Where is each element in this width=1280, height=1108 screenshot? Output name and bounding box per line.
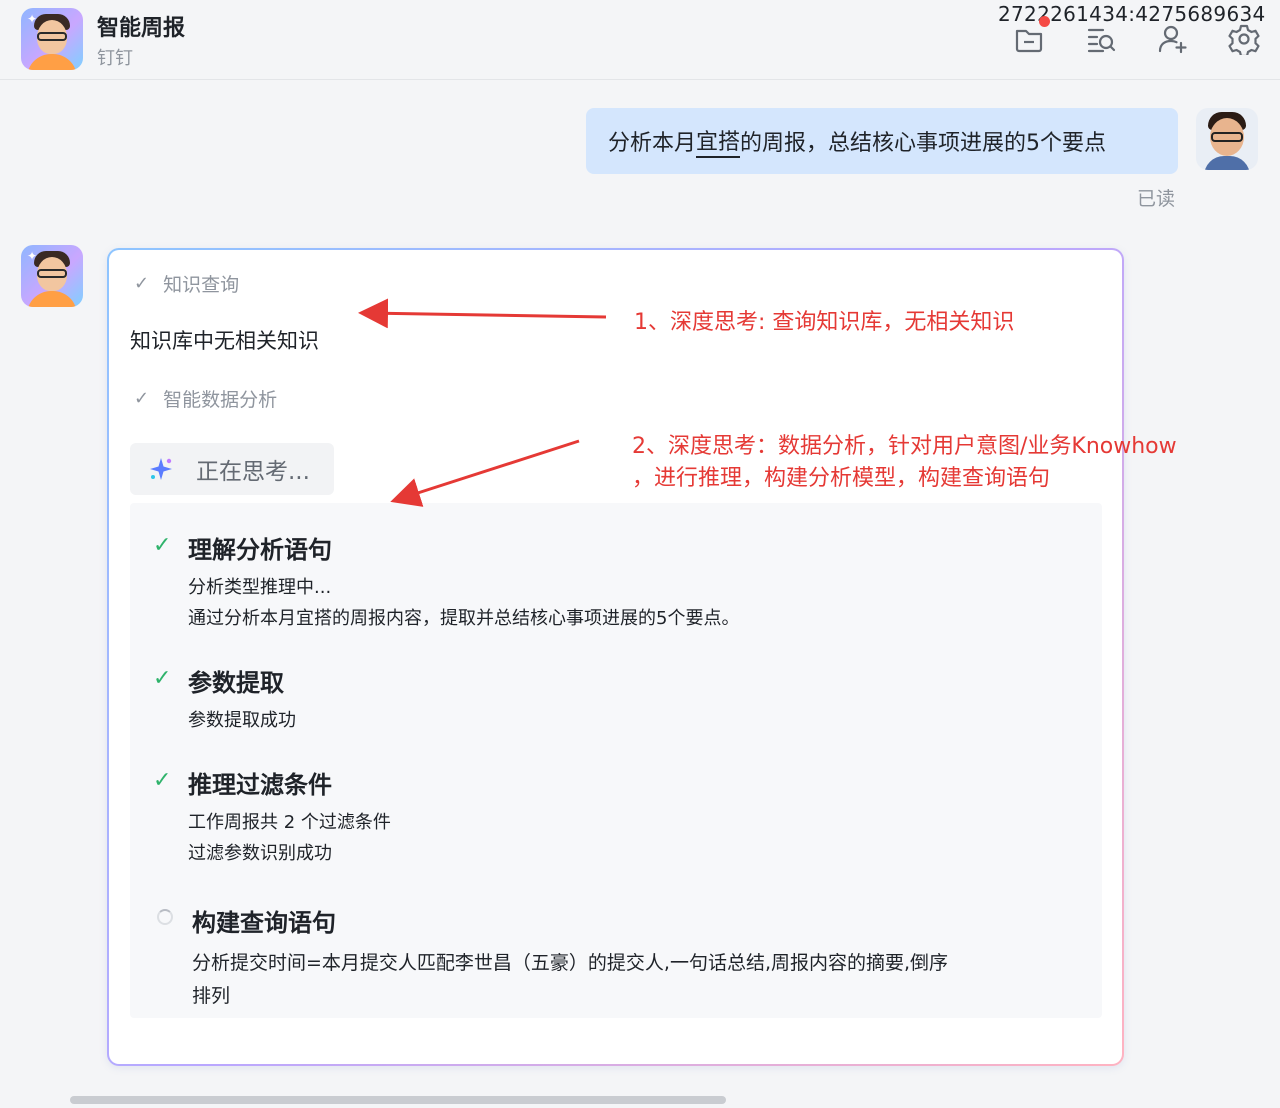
annotation-2-line-2: ，进行推理，构建分析模型，构建查询语句	[632, 466, 1051, 491]
ai-sparkle-icon	[150, 458, 172, 480]
check-success-icon: ✓	[153, 768, 172, 793]
substep-query-line-1: 分析提交时间=本月提交人匹配李世昌（五豪）的提交人,一句话总结,周报内容的摘要,…	[192, 952, 949, 974]
check-success-icon: ✓	[153, 533, 172, 558]
user-avatar[interactable]	[1196, 108, 1258, 170]
notification-dot	[1039, 16, 1050, 27]
step-data-analysis[interactable]: ✓ 智能数据分析	[134, 385, 277, 412]
loading-spinner-icon	[157, 909, 173, 925]
knowledge-result: 知识库中无相关知识	[130, 329, 319, 353]
check-icon: ✓	[134, 388, 150, 409]
search-list-icon[interactable]	[1084, 22, 1118, 56]
check-icon: ✓	[134, 273, 150, 294]
add-member-icon[interactable]	[1156, 22, 1190, 56]
annotation-1: 1、深度思考: 查询知识库，无相关知识	[634, 310, 1015, 335]
user-message-text-1: 分析本月	[608, 131, 697, 156]
substep-title-params: 参数提取	[188, 669, 284, 697]
horizontal-scrollbar[interactable]	[70, 1096, 726, 1104]
bot-avatar-reply[interactable]: ✦	[21, 245, 83, 307]
annotation-2-line-1: 2、深度思考：数据分析，针对用户意图/业务Knowhow	[632, 434, 1177, 459]
step-knowledge-query[interactable]: ✓ 知识查询	[134, 270, 239, 297]
substep-filters-line-1: 工作周报共 2 个过滤条件	[188, 812, 391, 833]
substep-parse-line-1: 分析类型推理中...	[188, 577, 332, 598]
thinking-indicator[interactable]: 正在思考...	[130, 443, 334, 495]
substep-title-filters: 推理过滤条件	[188, 771, 332, 799]
bot-avatar[interactable]: ✦	[21, 8, 83, 70]
substep-title-query: 构建查询语句	[192, 909, 336, 937]
folder-icon[interactable]	[1012, 22, 1046, 56]
chat-title: 智能周报	[97, 16, 186, 41]
user-message-text-2: 的周报，总结核心事项进展的5个要点	[740, 131, 1107, 156]
read-status: 已读	[1137, 188, 1176, 210]
substep-parse-line-2: 通过分析本月宜搭的周报内容，提取并总结核心事项进展的5个要点。	[188, 608, 740, 629]
chat-subtitle: 钉钉	[97, 48, 133, 69]
step-knowledge-label: 知识查询	[163, 274, 240, 296]
thinking-label: 正在思考...	[196, 459, 310, 485]
substep-params-line-1: 参数提取成功	[188, 710, 296, 731]
user-message-underlined: 宜搭	[696, 124, 741, 158]
substep-query-line-2: 排列	[192, 985, 231, 1007]
substep-title-parse: 理解分析语句	[188, 536, 332, 564]
substep-filters-line-2: 过滤参数识别成功	[188, 843, 332, 864]
settings-icon[interactable]	[1227, 22, 1261, 56]
user-message-bubble[interactable]: 分析本月 宜搭 的周报，总结核心事项进展的5个要点	[586, 108, 1178, 174]
step-analysis-label: 智能数据分析	[163, 389, 278, 411]
check-success-icon: ✓	[153, 666, 172, 691]
